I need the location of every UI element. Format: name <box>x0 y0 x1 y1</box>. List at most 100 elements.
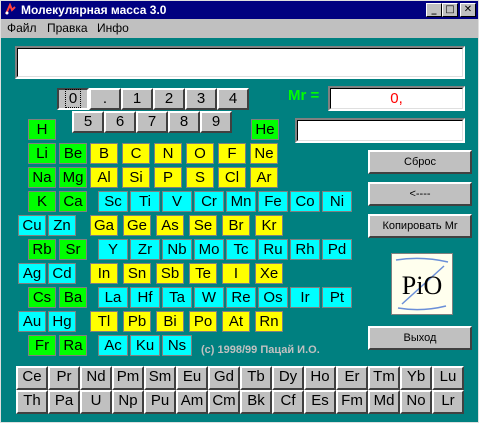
element-Sn[interactable]: Sn <box>123 263 151 284</box>
element-Ne[interactable]: Ne <box>250 143 278 164</box>
copy-mr-button[interactable]: Копировать Mr <box>368 214 472 238</box>
element-Li[interactable]: Li <box>28 143 56 164</box>
element-Rh[interactable]: Rh <box>290 239 320 260</box>
element-Rb[interactable]: Rb <box>28 239 56 260</box>
app-icon[interactable] <box>4 3 17 16</box>
element-Lu[interactable]: Lu <box>432 366 464 390</box>
keypad-key-2[interactable]: 2 <box>153 88 185 110</box>
element-P[interactable]: P <box>154 167 182 188</box>
mr-value-field[interactable]: 0, <box>328 86 465 111</box>
element-Mn[interactable]: Mn <box>226 191 256 212</box>
element-Md[interactable]: Md <box>368 390 400 414</box>
element-Pu[interactable]: Pu <box>144 390 176 414</box>
element-Na[interactable]: Na <box>28 167 56 188</box>
keypad-key-7[interactable]: 7 <box>136 111 168 133</box>
element-Ni[interactable]: Ni <box>322 191 352 212</box>
element-Al[interactable]: Al <box>90 167 118 188</box>
element-Ta[interactable]: Ta <box>162 287 192 308</box>
element-Ba[interactable]: Ba <box>59 287 87 308</box>
element-Po[interactable]: Po <box>189 311 217 332</box>
element-Sc[interactable]: Sc <box>98 191 128 212</box>
element-Bk[interactable]: Bk <box>240 390 272 414</box>
element-Pb[interactable]: Pb <box>123 311 151 332</box>
element-Sm[interactable]: Sm <box>144 366 176 390</box>
element-C[interactable]: C <box>122 143 150 164</box>
element-Sb[interactable]: Sb <box>156 263 184 284</box>
backspace-button[interactable]: <---- <box>368 182 472 206</box>
keypad-key-8[interactable]: 8 <box>168 111 200 133</box>
element-F[interactable]: F <box>218 143 246 164</box>
element-Ti[interactable]: Ti <box>130 191 160 212</box>
close-button[interactable]: ✕ <box>460 3 476 17</box>
element-Nb[interactable]: Nb <box>162 239 192 260</box>
element-Y[interactable]: Y <box>98 239 128 260</box>
element-At[interactable]: At <box>222 311 250 332</box>
keypad-key-6[interactable]: 6 <box>104 111 136 133</box>
element-Np[interactable]: Np <box>112 390 144 414</box>
element-Tb[interactable]: Tb <box>240 366 272 390</box>
element-Cs[interactable]: Cs <box>28 287 56 308</box>
element-Ra[interactable]: Ra <box>59 335 87 356</box>
menu-edit[interactable]: Правка <box>47 19 88 38</box>
element-Ir[interactable]: Ir <box>290 287 320 308</box>
element-Th[interactable]: Th <box>16 390 48 414</box>
element-Ag[interactable]: Ag <box>18 263 46 284</box>
element-Cm[interactable]: Cm <box>208 390 240 414</box>
element-Te[interactable]: Te <box>189 263 217 284</box>
element-Ac[interactable]: Ac <box>98 335 128 356</box>
element-Pm[interactable]: Pm <box>112 366 144 390</box>
formula-input[interactable] <box>15 46 465 79</box>
element-Se[interactable]: Se <box>189 215 217 236</box>
keypad-key-0[interactable]: 0 <box>57 88 89 110</box>
element-Er[interactable]: Er <box>336 366 368 390</box>
reset-button[interactable]: Сброс <box>368 150 472 174</box>
element-Mo[interactable]: Mo <box>194 239 224 260</box>
element-Ce[interactable]: Ce <box>16 366 48 390</box>
element-Ca[interactable]: Ca <box>59 191 87 212</box>
exit-button[interactable]: Выход <box>368 326 472 350</box>
element-La[interactable]: La <box>98 287 128 308</box>
element-Be[interactable]: Be <box>59 143 87 164</box>
element-Tm[interactable]: Tm <box>368 366 400 390</box>
element-Rn[interactable]: Rn <box>255 311 283 332</box>
element-Fm[interactable]: Fm <box>336 390 368 414</box>
element-K[interactable]: K <box>28 191 56 212</box>
element-Si[interactable]: Si <box>122 167 150 188</box>
element-Sr[interactable]: Sr <box>59 239 87 260</box>
element-Co[interactable]: Co <box>290 191 320 212</box>
keypad-key-4[interactable]: 4 <box>217 88 249 110</box>
element-B[interactable]: B <box>90 143 118 164</box>
element-Br[interactable]: Br <box>222 215 250 236</box>
element-Tl[interactable]: Tl <box>90 311 118 332</box>
element-In[interactable]: In <box>90 263 118 284</box>
element-Xe[interactable]: Xe <box>255 263 283 284</box>
element-Eu[interactable]: Eu <box>176 366 208 390</box>
element-Es[interactable]: Es <box>304 390 336 414</box>
element-Pt[interactable]: Pt <box>322 287 352 308</box>
secondary-result-field[interactable] <box>295 118 465 143</box>
element-Tc[interactable]: Tc <box>226 239 256 260</box>
element-Pa[interactable]: Pa <box>48 390 80 414</box>
element-No[interactable]: No <box>400 390 432 414</box>
element-Zn[interactable]: Zn <box>48 215 76 236</box>
element-Lr[interactable]: Lr <box>432 390 464 414</box>
element-Cl[interactable]: Cl <box>218 167 246 188</box>
element-Cd[interactable]: Cd <box>48 263 76 284</box>
element-O[interactable]: O <box>186 143 214 164</box>
element-Cr[interactable]: Cr <box>194 191 224 212</box>
element-Fr[interactable]: Fr <box>28 335 56 356</box>
element-Ar[interactable]: Ar <box>250 167 278 188</box>
element-Re[interactable]: Re <box>226 287 256 308</box>
element-Hg[interactable]: Hg <box>48 311 76 332</box>
element-Am[interactable]: Am <box>176 390 208 414</box>
element-Os[interactable]: Os <box>258 287 288 308</box>
element-Pr[interactable]: Pr <box>48 366 80 390</box>
element-Fe[interactable]: Fe <box>258 191 288 212</box>
element-H[interactable]: H <box>28 119 56 140</box>
element-U[interactable]: U <box>80 390 112 414</box>
keypad-key-1[interactable]: 1 <box>121 88 153 110</box>
element-Ns[interactable]: Ns <box>162 335 192 356</box>
element-Bi[interactable]: Bi <box>156 311 184 332</box>
element-Yb[interactable]: Yb <box>400 366 432 390</box>
keypad-key-5[interactable]: 5 <box>72 111 104 133</box>
